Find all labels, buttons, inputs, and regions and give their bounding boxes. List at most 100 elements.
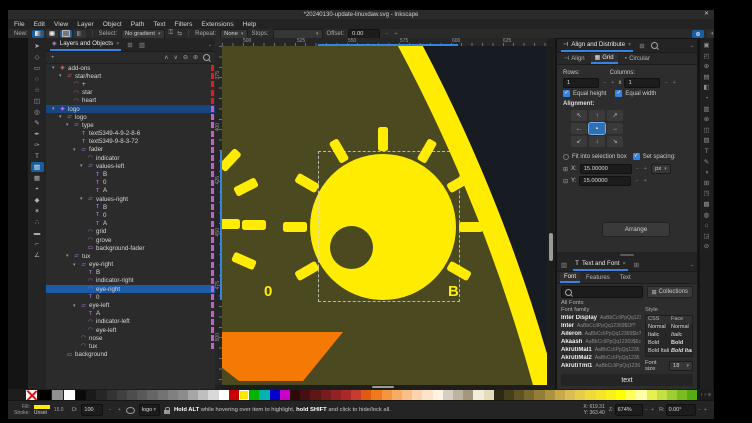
expander-icon[interactable]: ▾ (59, 114, 64, 120)
tree-row[interactable]: ◠ heart (46, 97, 215, 105)
palette-swatch[interactable] (331, 390, 341, 400)
font-subtab[interactable]: Font (560, 272, 580, 283)
close-tab-icon[interactable]: × (628, 42, 631, 48)
palette-swatch[interactable] (137, 390, 147, 400)
paint-bucket-tool[interactable]: ◆ (31, 195, 44, 205)
object-label[interactable]: heart (82, 97, 96, 104)
tree-row[interactable]: ◠ eye-right (46, 285, 215, 293)
object-label[interactable]: text5349-9-8-3-72 (89, 138, 138, 145)
text-tool[interactable]: T (31, 151, 44, 161)
offset-input[interactable]: 0.00 (348, 29, 380, 39)
scrollbar-thumb[interactable] (372, 386, 394, 388)
opacity-plus-button[interactable]: + (117, 407, 122, 413)
palette-swatch[interactable] (351, 390, 361, 400)
object-label[interactable]: A (103, 187, 107, 194)
object-label[interactable]: logo (75, 114, 87, 121)
reverse-gradient-icon[interactable]: ⇆ (177, 30, 182, 37)
menu-item[interactable]: Filters (174, 21, 192, 28)
gradient-select-dropdown[interactable]: No gradient ▾ (121, 29, 165, 39)
tree-row[interactable]: T 0 (46, 179, 215, 187)
scrollbar-thumb[interactable] (549, 233, 553, 261)
palette-swatch[interactable] (38, 390, 51, 400)
tree-row[interactable]: ▭ background (46, 351, 215, 359)
ellipse-tool[interactable]: ○ (31, 74, 44, 84)
align-subtab[interactable]: ▦Grid (591, 53, 618, 64)
expander-icon[interactable]: ▾ (66, 253, 71, 259)
style-row[interactable]: Italic Italic (646, 332, 692, 340)
tree-row[interactable]: ◠ nose (46, 334, 215, 342)
no-color-swatch[interactable] (26, 390, 37, 400)
palette-swatch[interactable] (606, 390, 616, 400)
palette-swatch[interactable] (453, 390, 463, 400)
alignment-cell[interactable]: ↓ (589, 136, 605, 147)
palette-swatch[interactable] (555, 390, 565, 400)
palette-swatch[interactable] (667, 390, 677, 400)
spiral-tool[interactable]: ◎ (31, 107, 44, 117)
tree-row[interactable]: ▾ ◈ logo (46, 105, 215, 113)
alignment-cell[interactable]: ↖ (571, 110, 587, 121)
tree-row[interactable]: T 0 (46, 211, 215, 219)
x-plus-button[interactable]: + (643, 166, 648, 172)
rotation-minus-button[interactable]: − (697, 407, 702, 413)
eraser-tool[interactable]: ▬ (31, 228, 44, 238)
layer-visibility-icon[interactable] (126, 407, 135, 414)
rows-minus-button[interactable]: − (602, 80, 607, 86)
dialog-icon-10[interactable]: ▨ (703, 137, 709, 144)
linear-gradient-button[interactable] (32, 30, 44, 38)
tree-row[interactable]: T B (46, 203, 215, 211)
dialog-icon-15[interactable]: ◳ (703, 190, 709, 197)
object-label[interactable]: eye-left (96, 327, 116, 334)
tree-row[interactable]: ▾ ▱ values-right (46, 195, 215, 203)
palette-swatch[interactable] (64, 390, 75, 400)
palette-swatch[interactable] (392, 390, 402, 400)
tree-row[interactable]: ◠ tux (46, 342, 215, 350)
scale-label-b[interactable]: B (448, 283, 459, 300)
object-label[interactable]: logo (68, 106, 80, 113)
tree-row[interactable]: ▾ ▱ logo (46, 113, 215, 121)
palette-scroll-left-icon[interactable]: ‹ (701, 392, 703, 398)
menu-item[interactable]: Layer (77, 21, 94, 28)
object-label[interactable]: add-ons (68, 65, 90, 72)
tree-row[interactable]: ◠ grove (46, 236, 215, 244)
object-label[interactable]: eye-left (89, 302, 109, 309)
palette-swatch[interactable] (504, 390, 514, 400)
connector-tool[interactable]: ⌐ (31, 239, 44, 249)
palette-swatch[interactable] (361, 390, 371, 400)
palette-swatch[interactable] (422, 390, 432, 400)
palette-menu-icon[interactable]: ≡ (708, 392, 711, 398)
tree-row[interactable]: ▾ ▱ fader (46, 146, 215, 154)
palette-swatch[interactable] (565, 390, 575, 400)
mesh-tool[interactable]: ▦ (31, 173, 44, 183)
y-minus-button[interactable]: − (634, 178, 639, 184)
palette-swatch[interactable] (402, 390, 412, 400)
knob-tick[interactable] (283, 222, 307, 232)
object-label[interactable]: 0 (103, 179, 106, 186)
tree-row[interactable]: T text5349-4-9-2-8-6 (46, 130, 215, 138)
palette-swatch[interactable] (321, 390, 331, 400)
palette-swatch[interactable] (585, 390, 595, 400)
arrange-button[interactable]: Arrange (602, 222, 670, 237)
selector-tool[interactable]: ➤ (31, 41, 44, 51)
panel-menu-icon[interactable]: ⌄ (208, 42, 212, 48)
columns-plus-button[interactable]: + (672, 80, 677, 86)
font-row[interactable]: Inter Display AaBbCcIiPpQq12369 (561, 315, 641, 323)
menu-item[interactable]: View (54, 21, 68, 28)
palette-swatch[interactable] (280, 390, 290, 400)
mesh-gradient-button[interactable] (74, 30, 86, 38)
unit-dropdown[interactable]: px ▾ (651, 164, 671, 174)
object-label[interactable]: grove (96, 237, 111, 244)
palette-swatch[interactable] (310, 390, 320, 400)
palette-swatch[interactable] (596, 390, 606, 400)
dialog-icon-5[interactable]: ◧ (703, 84, 709, 91)
move-down-button[interactable]: ∨ (174, 54, 178, 61)
radial-gradient-button[interactable] (46, 30, 58, 38)
palette-swatch[interactable] (168, 390, 178, 400)
palette-swatch[interactable] (219, 390, 229, 400)
object-label[interactable]: values-right (96, 196, 128, 203)
spray-tool[interactable]: ∴ (31, 217, 44, 227)
palette-swatch[interactable] (494, 390, 504, 400)
y-plus-button[interactable]: + (643, 178, 648, 184)
dialog-icon-6[interactable]: ◔ (705, 95, 709, 102)
add-layer-button[interactable]: + (51, 55, 55, 61)
object-label[interactable]: fader (89, 146, 103, 153)
